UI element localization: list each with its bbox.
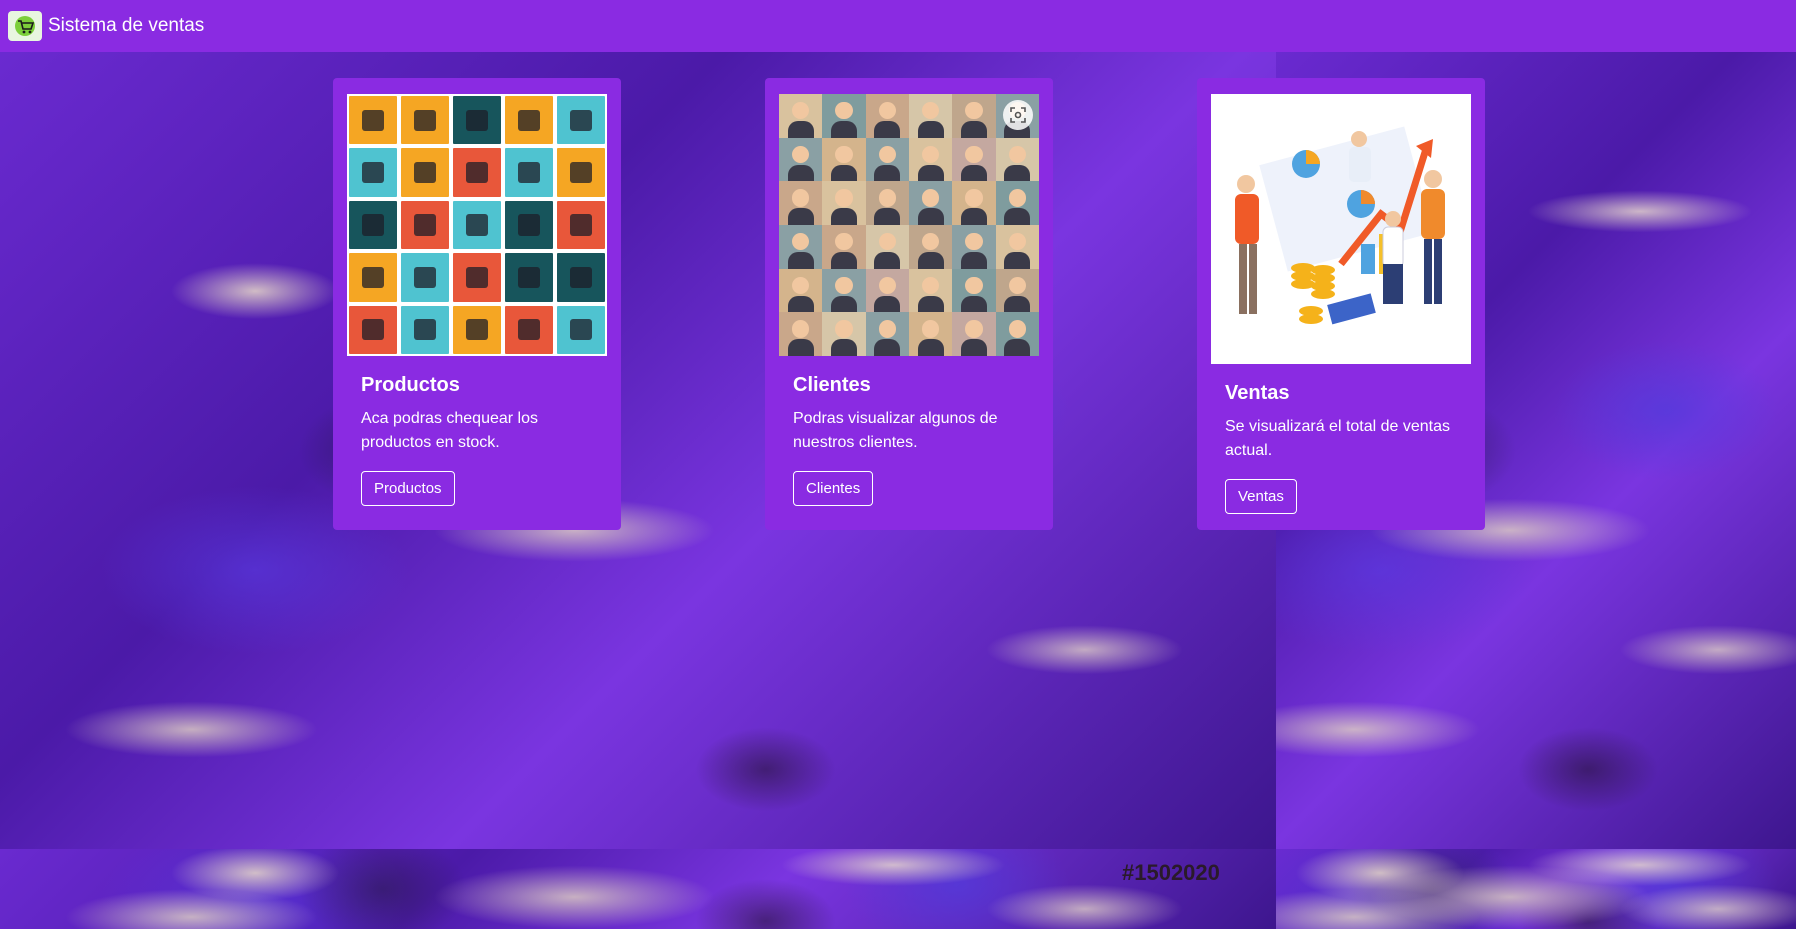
ventas-button[interactable]: Ventas (1225, 479, 1297, 514)
card-title: Productos (361, 374, 460, 396)
card-title: Clientes (793, 374, 871, 396)
brand-title[interactable]: Sistema de ventas (48, 15, 204, 37)
card-body: Productos Aca podras chequear los produc… (361, 374, 601, 506)
background-watermark: #1502020 (1122, 860, 1220, 885)
productos-button[interactable]: Productos (361, 471, 455, 506)
background-tile (0, 849, 1276, 929)
visual-search-icon[interactable] (1003, 100, 1033, 130)
card-text: Aca podras chequear los productos en sto… (361, 410, 538, 451)
products-image (347, 94, 607, 356)
card-clientes: Clientes Podras visualizar algunos de nu… (765, 78, 1053, 530)
background-tile (0, 52, 1276, 849)
clients-image (779, 94, 1039, 356)
card-title: Ventas (1225, 382, 1290, 404)
card-body: Clientes Podras visualizar algunos de nu… (793, 374, 1033, 506)
card-text: Se visualizará el total de ventas actual… (1225, 418, 1451, 459)
card-body: Ventas Se visualizará el total de ventas… (1225, 382, 1465, 514)
sales-image (1211, 94, 1471, 364)
clientes-button[interactable]: Clientes (793, 471, 874, 506)
card-productos: Productos Aca podras chequear los produc… (333, 78, 621, 530)
navbar: Sistema de ventas (0, 0, 1796, 52)
card-ventas: Ventas Se visualizará el total de ventas… (1197, 78, 1485, 530)
card-text: Podras visualizar algunos de nuestros cl… (793, 410, 998, 451)
background-tile (1276, 849, 1796, 929)
shopping-cart-icon[interactable] (8, 11, 42, 41)
